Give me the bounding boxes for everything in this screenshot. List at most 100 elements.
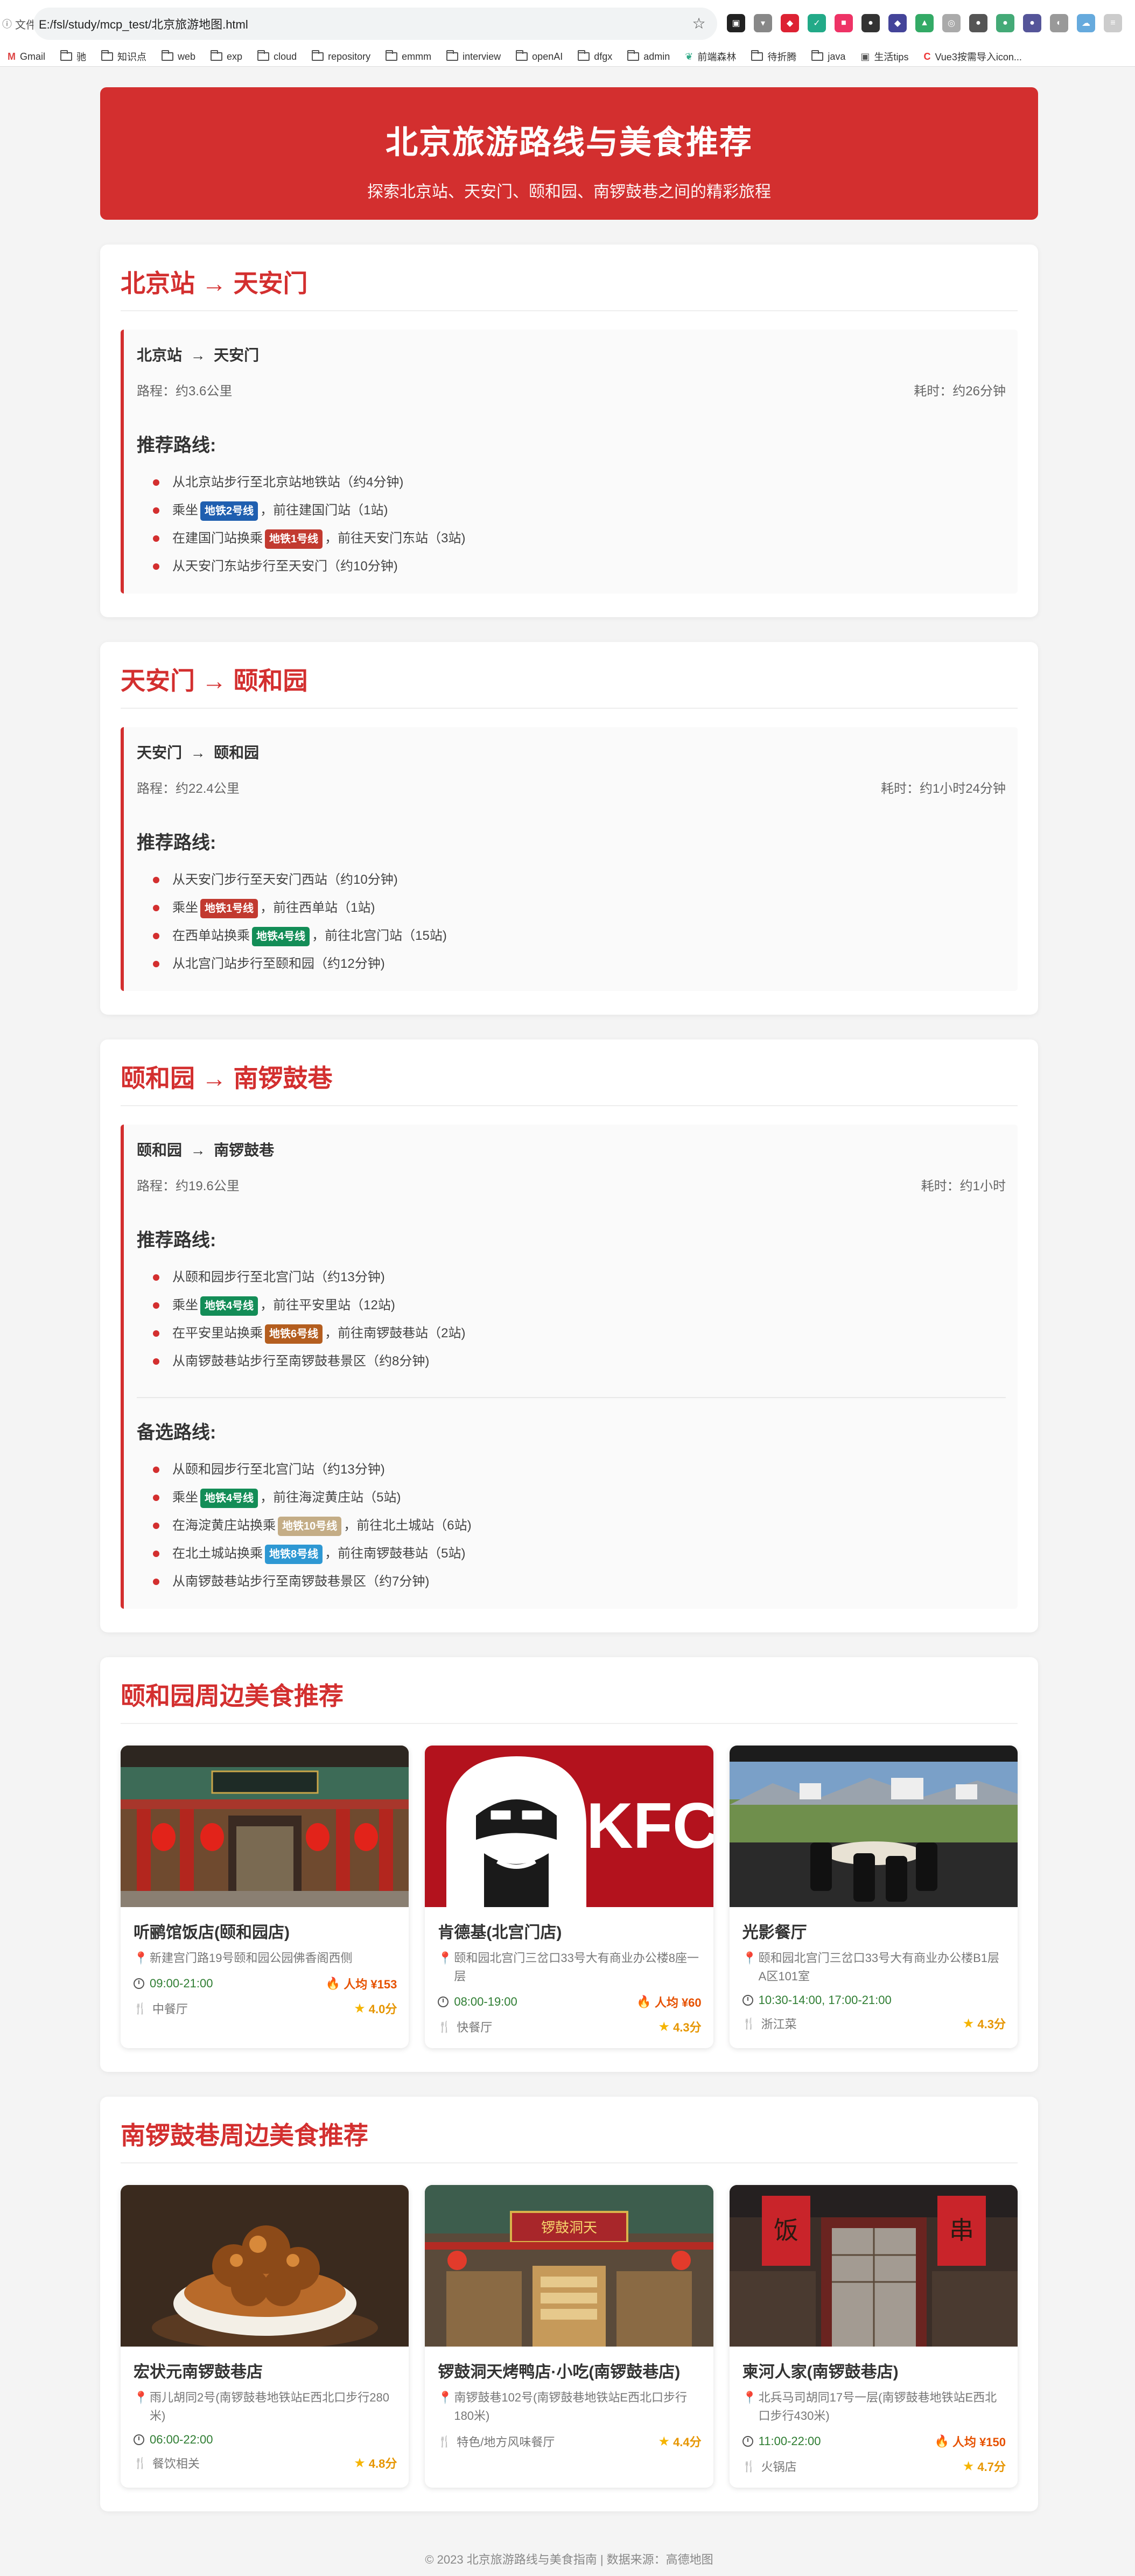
clock-icon bbox=[134, 2434, 144, 2445]
utensils-icon: 🍴 bbox=[742, 2017, 756, 2030]
bookmark-link[interactable]: C Vue3按需导入icon... bbox=[923, 50, 1021, 64]
address-text: 新建宫门路19号颐和园公园佛香阁西侧 bbox=[150, 1951, 353, 1965]
bookmark-folder[interactable]: interview bbox=[446, 50, 501, 62]
route-distance: 路程：约3.6公里 bbox=[137, 384, 233, 399]
bookmark-folder[interactable]: web bbox=[162, 50, 195, 62]
folder-icon bbox=[312, 50, 324, 61]
folder-icon bbox=[811, 50, 824, 61]
route-step: 从北京站步行至北京站地铁站（约4分钟) bbox=[137, 469, 1006, 497]
shield-icon[interactable]: ✓ bbox=[808, 14, 826, 32]
price-text: 人均 ¥60 bbox=[654, 1996, 702, 2009]
bookmark-link[interactable]: ▣ 生活tips bbox=[860, 50, 908, 64]
restaurant-photo[interactable] bbox=[121, 2185, 409, 2347]
hours-text: 10:30-14:00, 17:00-21:00 bbox=[758, 1993, 892, 2007]
bookmark-folder[interactable]: admin bbox=[627, 50, 670, 62]
address-text: 颐和园北宫门三岔口33号大有商业办公楼8座一层 bbox=[454, 1951, 699, 1983]
extension-icon[interactable]: ▾ bbox=[754, 14, 772, 32]
restaurant-address: 📍 北兵马司胡同17号一层(南锣鼓巷地铁站E西北口步行430米) bbox=[742, 2389, 1006, 2425]
extension-icon[interactable]: ◐ bbox=[1050, 14, 1068, 32]
route-detail: 颐和园 → 南锣鼓巷 路程：约19.6公里 耗时：约1小时 推荐路线: 从颐和园步行至北… bbox=[121, 1125, 1018, 1609]
routes-container: 北京站 → 天安门 北京站 → 天安门 路程：约3.6公里 耗时：约26分钟 推荐路线:… bbox=[100, 245, 1038, 1632]
route-steps: 从天安门步行至天安门西站（约10分钟) 乘坐 地铁1号线 ，前往西单站（1站) 在西单站… bbox=[137, 866, 1006, 978]
restaurant-name[interactable]: 锣鼓洞天烤鸭店·小吃(南锣鼓巷店) bbox=[438, 2358, 701, 2382]
browser-chrome: ⓘ 文件 E:/fsl/study/mcp_test/北京旅游地图.html ☆ … bbox=[0, 0, 1135, 67]
bookmark-folder[interactable]: 驰 bbox=[60, 50, 86, 64]
route-to: 南锣鼓巷 bbox=[214, 1142, 275, 1158]
address-bar[interactable]: E:/fsl/study/mcp_test/北京旅游地图.html bbox=[33, 8, 717, 40]
extension-icon[interactable]: ● bbox=[996, 14, 1014, 32]
route-steps: 从颐和园步行至北宫门站（约13分钟) 乘坐 地铁4号线 ，前往平安里站（12站) 在平安… bbox=[137, 1263, 1006, 1376]
extension-icon[interactable]: ◎ bbox=[942, 14, 961, 32]
restaurant-card[interactable]: 锣鼓洞天锣鼓洞天烤鸭店·小吃(南锣鼓巷店) 📍 南锣鼓巷102号(南锣鼓巷地铁站E西… bbox=[425, 2185, 713, 2488]
restaurant-photo[interactable] bbox=[121, 1746, 409, 1907]
star-icon: ★ bbox=[354, 2001, 366, 2016]
restaurant-card[interactable]: 宏状元南锣鼓巷店 📍 雨儿胡同2号(南锣鼓巷地铁站E西北口步行280米) 06:00-… bbox=[121, 2185, 409, 2488]
route-step: 乘坐 地铁2号线 ，前往建国门站（1站) bbox=[137, 497, 1006, 525]
restaurant-rating: ★ 4.4分 bbox=[658, 2433, 702, 2450]
folder-icon bbox=[257, 50, 270, 61]
restaurant-info: 柬河人家(南锣鼓巷店) 📍 北兵马司胡同17号一层(南锣鼓巷地铁站E西北口步行430… bbox=[730, 2347, 1018, 2488]
restaurant-name[interactable]: 肯德基(北宫门店) bbox=[438, 1919, 701, 1943]
extension-icon[interactable]: ▣ bbox=[727, 14, 745, 32]
restaurant-card[interactable]: KFC 肯德基(北宫门店) 📍 颐和园北宫门三岔口33号大有商业办公楼8座一层 08:0… bbox=[425, 1746, 713, 2048]
arrow-icon: → bbox=[182, 347, 214, 364]
restaurant-name[interactable]: 宏状元南锣鼓巷店 bbox=[134, 2358, 397, 2382]
bookmark-folder[interactable]: dfgx bbox=[578, 50, 612, 62]
extension-icon[interactable]: ● bbox=[1023, 14, 1041, 32]
url-text[interactable]: E:/fsl/study/mcp_test/北京旅游地图.html bbox=[39, 15, 248, 32]
bookmark-folder[interactable]: exp bbox=[211, 50, 242, 62]
address-text: 北兵马司胡同17号一层(南锣鼓巷地铁站E西北口步行430米) bbox=[758, 2391, 997, 2423]
extension-icon[interactable]: ● bbox=[861, 14, 880, 32]
extension-icon[interactable]: ☁ bbox=[1077, 14, 1095, 32]
fire-icon: 🔥 bbox=[636, 1995, 651, 2008]
restaurant-photo[interactable]: 锣鼓洞天 bbox=[425, 2185, 713, 2347]
bookmark-folder[interactable]: java bbox=[811, 50, 845, 62]
restaurant-card[interactable]: 光影餐厅 📍 颐和园北宫门三岔口33号大有商业办公楼B1层A区101室 10:30-1… bbox=[729, 1746, 1018, 2048]
extension-icon[interactable]: ≡ bbox=[1104, 14, 1122, 32]
bookmark-gmail[interactable]: M Gmail bbox=[8, 51, 45, 62]
category-text: 特色/地方风味餐厅 bbox=[457, 2435, 555, 2449]
star-icon: ★ bbox=[962, 2016, 975, 2031]
bookmark-folder[interactable]: repository bbox=[312, 50, 370, 62]
folder-icon bbox=[162, 50, 174, 61]
extension-icon[interactable]: ■ bbox=[835, 14, 853, 32]
address-text: 南锣鼓巷102号(南锣鼓巷地铁站E西北口步行180米) bbox=[454, 2391, 688, 2423]
restaurant-name[interactable]: 听鹂馆饭店(颐和园店) bbox=[134, 1919, 397, 1943]
step-text: 在平安里站换乘 bbox=[172, 1326, 263, 1341]
category-rating-row: 🍴 快餐厅 ★ 4.3分 bbox=[438, 2018, 701, 2035]
route-step: 在北土城站换乘 地铁8号线 ，前往南锣鼓巷站（5站) bbox=[137, 1540, 1006, 1568]
bookmark-folder[interactable]: cloud bbox=[257, 50, 297, 62]
restaurant-photo[interactable] bbox=[729, 1746, 1018, 1907]
restaurant-rating: ★ 4.7分 bbox=[963, 2458, 1006, 2475]
route-from: 北京站 bbox=[137, 347, 183, 364]
extension-icon[interactable]: ● bbox=[969, 14, 987, 32]
route-step: 乘坐 地铁4号线 ，前往海淀黄庄站（5站) bbox=[137, 1484, 1006, 1512]
bookmark-link[interactable]: ❦ 前端森林 bbox=[685, 50, 736, 64]
extension-icon[interactable]: ▲ bbox=[915, 14, 934, 32]
bookmark-star-icon[interactable]: ☆ bbox=[690, 15, 707, 32]
hours-text: 11:00-22:00 bbox=[758, 2434, 821, 2448]
route-card: 天安门 → 颐和园 天安门 → 颐和园 路程：约22.4公里 耗时：约1小时24分钟推… bbox=[100, 642, 1038, 1015]
folder-icon bbox=[516, 50, 528, 61]
food-grid: 宏状元南锣鼓巷店 📍 雨儿胡同2号(南锣鼓巷地铁站E西北口步行280米) 06:00-… bbox=[121, 2185, 1018, 2488]
route-step: 从天安门步行至天安门西站（约10分钟) bbox=[137, 866, 1006, 894]
category-rating-row: 🍴 特色/地方风味餐厅 ★ 4.4分 bbox=[438, 2433, 701, 2450]
price-text: 人均 ¥150 bbox=[952, 2435, 1006, 2449]
bookmark-folder[interactable]: 待折腾 bbox=[751, 50, 796, 64]
extension-icon[interactable]: ◆ bbox=[888, 14, 907, 32]
category-rating-row: 🍴 浙江菜 ★ 4.3分 bbox=[742, 2015, 1006, 2032]
restaurant-card[interactable]: 听鹂馆饭店(颐和园店) 📍 新建宫门路19号颐和园公园佛香阁西侧 09:00-21:0… bbox=[121, 1746, 409, 2048]
restaurant-info: 听鹂馆饭店(颐和园店) 📍 新建宫门路19号颐和园公园佛香阁西侧 09:00-21:0… bbox=[121, 1907, 409, 2030]
bookmark-folder[interactable]: emmm bbox=[386, 50, 431, 62]
restaurant-photo[interactable]: KFC bbox=[425, 1746, 713, 1907]
restaurant-category: 🍴 中餐厅 bbox=[134, 2000, 188, 2017]
bookmark-folder[interactable]: 知识点 bbox=[101, 50, 146, 64]
restaurant-photo[interactable]: 饭串 bbox=[729, 2185, 1018, 2347]
restaurant-name[interactable]: 光影餐厅 bbox=[742, 1919, 1006, 1943]
bookmarks-bar: M Gmail 驰 知识点 web exp cloud repository em… bbox=[0, 46, 1135, 67]
restaurant-address: 📍 南锣鼓巷102号(南锣鼓巷地铁站E西北口步行180米) bbox=[438, 2389, 701, 2425]
restaurant-card[interactable]: 饭串柬河人家(南锣鼓巷店) 📍 北兵马司胡同17号一层(南锣鼓巷地铁站E西北口步行4… bbox=[729, 2185, 1018, 2488]
extension-icon[interactable]: ◆ bbox=[781, 14, 799, 32]
restaurant-name[interactable]: 柬河人家(南锣鼓巷店) bbox=[742, 2358, 1006, 2382]
bookmark-folder[interactable]: openAI bbox=[516, 50, 563, 62]
